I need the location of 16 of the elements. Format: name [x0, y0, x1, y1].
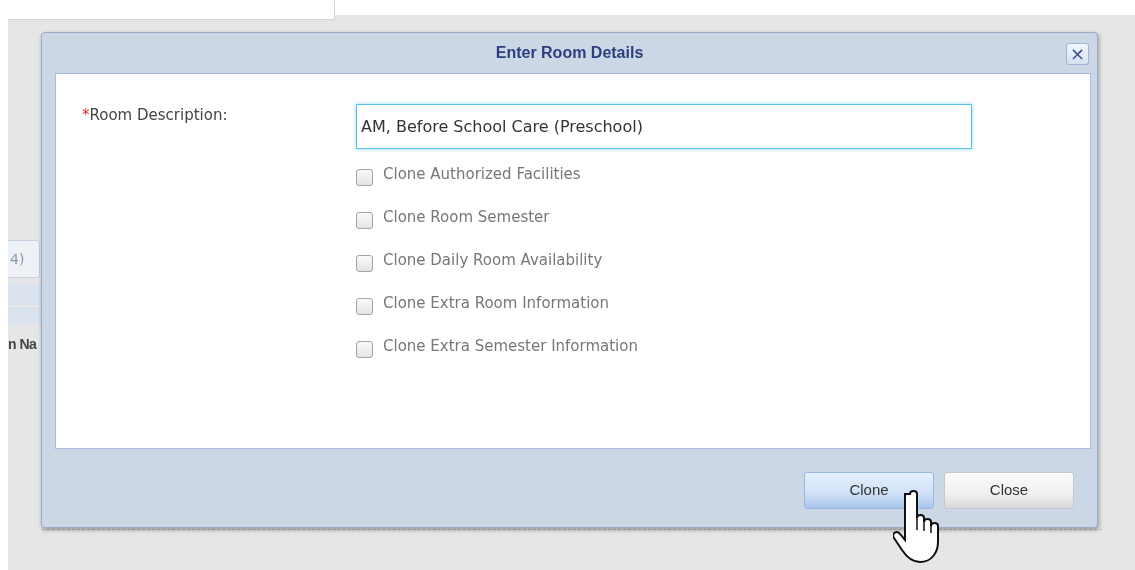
- input-field[interactable]: AM, Before School Care (Preschool): [356, 104, 972, 149]
- checkbox[interactable]: [356, 169, 373, 186]
- close-button[interactable]: ×: [1066, 43, 1089, 65]
- dialog-title: Enter Room Details: [495, 43, 644, 63]
- checkbox[interactable]: [356, 255, 373, 272]
- checkbox-label: Clone Daily Room Availability: [383, 250, 603, 272]
- checkbox-label: Clone Extra Semester Information: [383, 336, 638, 358]
- close-button[interactable]: Close: [944, 471, 1074, 509]
- checkbox[interactable]: [356, 341, 373, 358]
- clone-button[interactable]: Clone: [804, 471, 934, 509]
- field-label: *Room Description:: [82, 105, 229, 126]
- checkbox-label: Clone Room Semester: [383, 207, 550, 229]
- checkbox[interactable]: [356, 212, 373, 229]
- checkbox-label: Clone Authorized Facilities: [383, 164, 581, 186]
- checkbox-label: Clone Extra Room Information: [383, 293, 609, 315]
- checkbox[interactable]: [356, 298, 373, 315]
